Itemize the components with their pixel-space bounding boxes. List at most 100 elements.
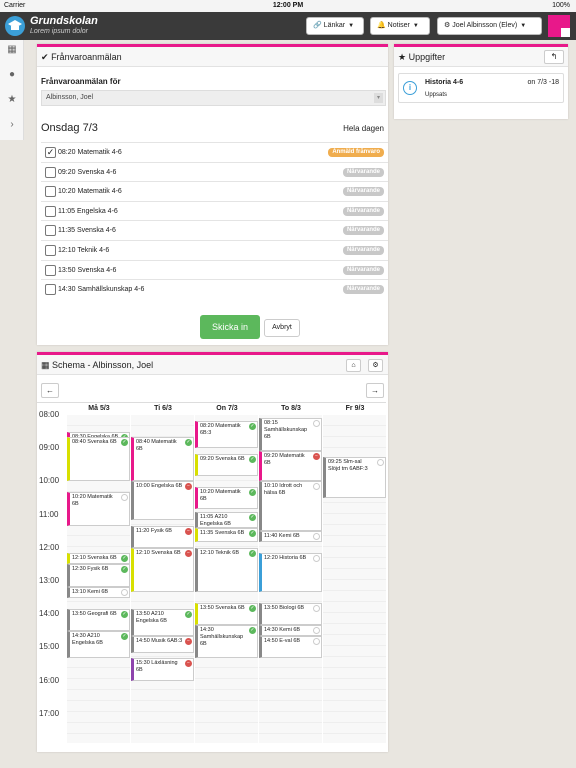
lesson-checkbox[interactable] [45, 264, 56, 276]
user-icon[interactable]: ● [0, 69, 24, 80]
hour-label: 08:00 [39, 410, 60, 419]
lesson-checkbox[interactable] [45, 284, 56, 296]
schedule-event[interactable]: 11:20 Fysik 6B − [131, 525, 194, 548]
check-icon: ✓ [121, 566, 128, 574]
lesson-row[interactable]: 14:30 Samhällskunskap 4-6 Närvarande [41, 279, 388, 298]
schedule-event[interactable]: 13:50 Geografi 6B ✓ [67, 608, 130, 631]
lesson-checkbox[interactable] [45, 166, 56, 178]
event-label: 14:30 A210 Engelska 6B [72, 632, 103, 646]
check-icon: ✓ [249, 627, 256, 635]
schedule-event[interactable]: 09:20 Svenska 6B ✓ [195, 453, 258, 476]
day-header: Må 5/3 [88, 405, 110, 412]
grid-icon[interactable]: ▦ [0, 44, 24, 55]
clock: 12:00 PM [272, 2, 304, 9]
schedule-event[interactable]: 13:50 A210 Engelska 6B ✓ [131, 608, 194, 637]
lesson-row[interactable]: 09:20 Svenska 4-6 Närvarande [41, 161, 388, 181]
student-select[interactable]: Albinsson, Joel ▾ [41, 90, 386, 106]
status-badge: Närvarande [342, 206, 384, 216]
minus-icon: − [313, 452, 320, 460]
chevron-right-icon[interactable]: › [0, 119, 24, 130]
schedule-event[interactable]: 10:20 Matematik 6B ✓ [195, 486, 258, 510]
check-icon: ✓ [249, 513, 256, 521]
lesson-label: 13:50 Svenska 4-6 [58, 266, 117, 274]
cancel-button[interactable]: Avbryt [264, 319, 300, 337]
previous-week-button[interactable]: ← [41, 383, 59, 398]
event-label: 08:15 Samhällskunskap 6B [264, 419, 308, 440]
schedule-event[interactable]: 14:50 Musik 6AB:3− [131, 636, 194, 653]
star-icon[interactable]: ★ [0, 94, 24, 105]
schedule-event[interactable]: 12:10 Svenska 6B − [131, 547, 194, 593]
caret-down-icon: ▼ [412, 23, 419, 29]
lesson-checkbox[interactable] [45, 225, 56, 237]
select-arrow-icon: ▾ [374, 93, 383, 103]
empty-circle-icon [313, 605, 320, 613]
empty-circle-icon [313, 638, 320, 646]
schedule-event[interactable]: 08:20 Matematik 6B:3 ✓ [195, 420, 258, 449]
user-label: Joel Albinsson (Elev) [452, 22, 518, 29]
event-label: 11:35 Svenska 6B [200, 530, 245, 537]
schedule-event[interactable]: 14:30 A210 Engelska 6B ✓ [67, 630, 130, 659]
minus-icon: − [185, 483, 192, 491]
schedule-event[interactable]: 15:30 Läxläsning 6B − [131, 658, 194, 681]
schedule-event[interactable]: 11:40 Kemi 6B [259, 531, 322, 543]
schedule-event[interactable]: 10:10 Idrott och hälsa 6B [259, 481, 322, 532]
lesson-checkbox[interactable] [45, 245, 56, 256]
lesson-row[interactable]: 10:20 Matematik 4-6 Närvarande [41, 181, 388, 200]
notices-dropdown-button[interactable]: 🔔 Notiser ▼ [370, 17, 430, 35]
graduation-cap-icon[interactable] [5, 16, 25, 36]
day-header: To 8/3 [281, 405, 301, 412]
minus-icon: − [185, 527, 192, 535]
lesson-checkbox[interactable] [45, 205, 56, 217]
lesson-row[interactable]: 11:05 Engelska 4-6 Närvarande [41, 200, 388, 220]
user-dropdown-button[interactable]: ⚙ Joel Albinsson (Elev) ▼ [437, 17, 542, 35]
schedule-event[interactable]: 13:50 Biologi 6B [259, 603, 322, 626]
lesson-checkbox[interactable] [45, 186, 56, 198]
schedule-event[interactable]: 08:15 Samhällskunskap 6B [259, 417, 322, 451]
task-item[interactable]: i Historia 4-6 Uppsats on 7/3 -18 [398, 73, 564, 103]
next-week-button[interactable]: → [366, 383, 384, 398]
schedule-event[interactable]: 14:30 Samhällskunskap 6B ✓ [195, 625, 258, 659]
schedule-event[interactable]: 13:10 Kemi 6B [67, 586, 130, 598]
check-icon: ✓ [121, 632, 128, 640]
event-label: 15:30 Läxläsning 6B [136, 660, 178, 674]
check-icon: ✓ [249, 605, 256, 613]
empty-circle-icon [313, 627, 320, 635]
check-icon: ✓ [121, 439, 128, 447]
lesson-label: 10:20 Matematik 4-6 [58, 188, 122, 196]
schedule-event[interactable]: 12:20 Historia 6B [259, 553, 322, 593]
schedule-event[interactable]: 12:30 Fysik 6B ✓ [67, 564, 130, 587]
lesson-checkbox[interactable]: ✓ [45, 147, 56, 158]
links-dropdown-button[interactable]: 🔗 Länkar ▼ [306, 17, 364, 35]
event-label: 10:20 Matematik 6B [72, 494, 113, 508]
lesson-label: 08:20 Matematik 4-6 [58, 149, 122, 156]
school-brand[interactable]: Grundskolan Lorem ipsum dolor [30, 15, 98, 35]
schedule-event[interactable]: 10:20 Matematik 6B [67, 492, 130, 526]
check-icon: ✓ [249, 549, 256, 557]
top-navigation-bar: Grundskolan Lorem ipsum dolor 🔗 Länkar ▼ … [0, 12, 576, 40]
schedule-event[interactable]: 14:50 E-val 6B [259, 636, 322, 659]
schedule-event[interactable]: 10:00 Engelska 6B − [131, 481, 194, 521]
lesson-row[interactable]: ✓ 08:20 Matematik 4-6 Anmäld frånvaro [41, 142, 388, 161]
schedule-event[interactable]: 08:40 Svenska 6B ✓ [67, 437, 130, 482]
lesson-row[interactable]: 13:50 Svenska 4-6 Närvarande [41, 259, 388, 279]
schedule-event[interactable]: 12:10 Svenska 6B ✓ [67, 553, 130, 565]
check-icon: ✓ [185, 610, 192, 618]
schedule-event[interactable]: 12:10 Teknik 6B ✓ [195, 547, 258, 593]
settings-button[interactable]: ⚙ [368, 359, 383, 372]
check-icon: ✓ [121, 610, 128, 618]
schedule-event[interactable]: 09:20 Matematik 6B − [259, 450, 322, 482]
avatar[interactable] [548, 15, 570, 37]
back-arrow-button[interactable]: ↰ [544, 50, 564, 64]
schedule-event[interactable]: 14:30 Kemi 6B [259, 625, 322, 637]
schedule-event[interactable]: 09:25 Slm-sal Slöjd tm 6ABF:3 [323, 456, 386, 498]
schedule-event[interactable]: 08:40 Matematik 6B ✓ [131, 437, 194, 482]
lesson-label: 12:10 Teknik 4-6 [58, 247, 110, 254]
schedule-event[interactable]: 11:05 A210 Engelska 6B ✓ [195, 511, 258, 529]
schedule-event[interactable]: 13:50 Svenska 6B ✓ [195, 603, 258, 626]
lesson-row[interactable]: 11:35 Svenska 4-6 Närvarande [41, 220, 388, 239]
home-button[interactable]: ⌂ [346, 359, 361, 372]
submit-button[interactable]: Skicka in [200, 315, 260, 339]
whole-day-link[interactable]: Hela dagen [343, 124, 384, 133]
schedule-event[interactable]: 11:35 Svenska 6B ✓ [195, 528, 258, 543]
lesson-row[interactable]: 12:10 Teknik 4-6 Närvarande [41, 240, 388, 259]
